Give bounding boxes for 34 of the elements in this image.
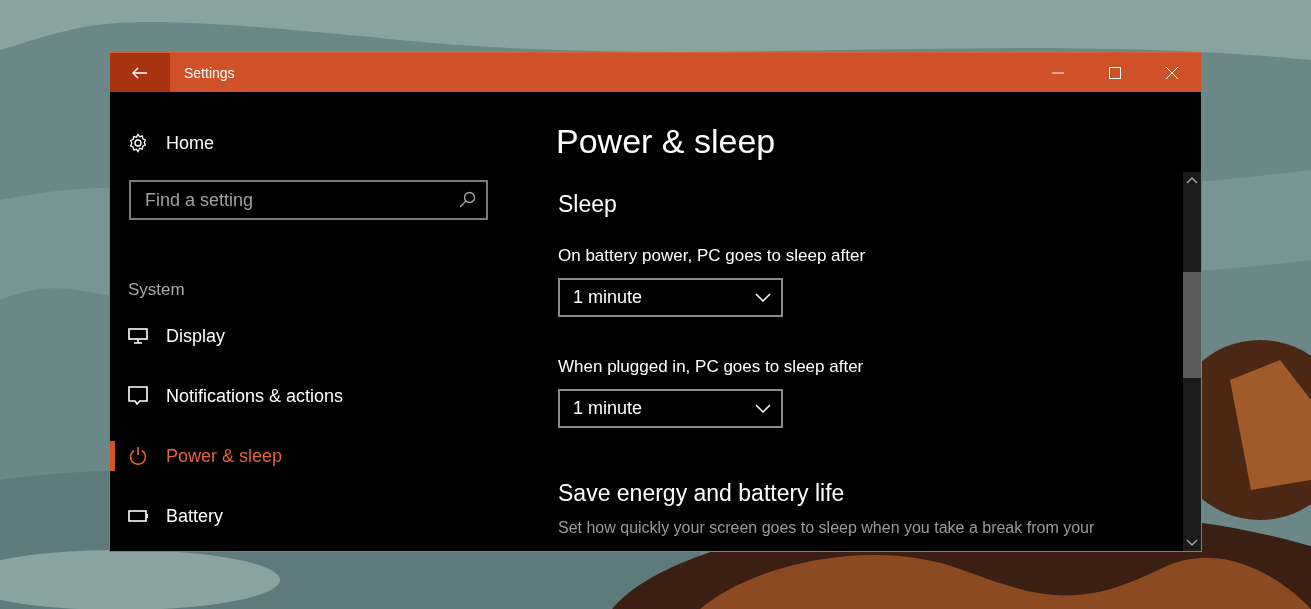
chevron-down-icon [755,404,771,413]
setting-label: On battery power, PC goes to sleep after [558,246,867,266]
scrollbar[interactable] [1183,172,1201,551]
scroll-down-icon [1186,539,1198,546]
nav-item[interactable]: Battery [110,486,530,546]
close-icon [1166,66,1178,79]
minimize-icon [1051,71,1064,74]
battery-icon [128,510,148,522]
nav-item[interactable]: Display [110,306,530,366]
page-title: Power & sleep [556,122,777,161]
scroll-thumb[interactable] [1183,272,1201,378]
window-title: Settings [184,64,236,81]
back-button[interactable] [110,53,170,92]
search-field[interactable]: Find a setting [129,180,488,220]
settings-icon [128,133,148,153]
power-icon [128,446,148,466]
search-icon [459,191,476,208]
dropdown[interactable]: 1 minute [558,389,783,428]
section-heading: System [128,280,186,300]
scroll-up-icon [1186,177,1198,184]
selection-indicator [110,441,115,471]
monitor-icon [128,327,148,345]
nav-item[interactable]: Notifications & actions [110,366,530,426]
home-link[interactable]: Home [166,132,214,154]
back-arrow-icon [132,66,148,79]
maximize-icon [1108,66,1121,79]
speech-bubble-icon [128,386,148,406]
section-heading: Save energy and battery life [558,480,846,507]
chevron-down-icon [755,293,771,302]
section-heading: Sleep [558,191,618,218]
description-text: Set how quickly your screen goes to sleep when you take a break from your [558,519,1096,537]
setting-label: When plugged in, PC goes to sleep after [558,357,865,377]
dropdown[interactable]: 1 minute [558,278,783,317]
nav-item[interactable]: Power & sleep [110,426,530,486]
